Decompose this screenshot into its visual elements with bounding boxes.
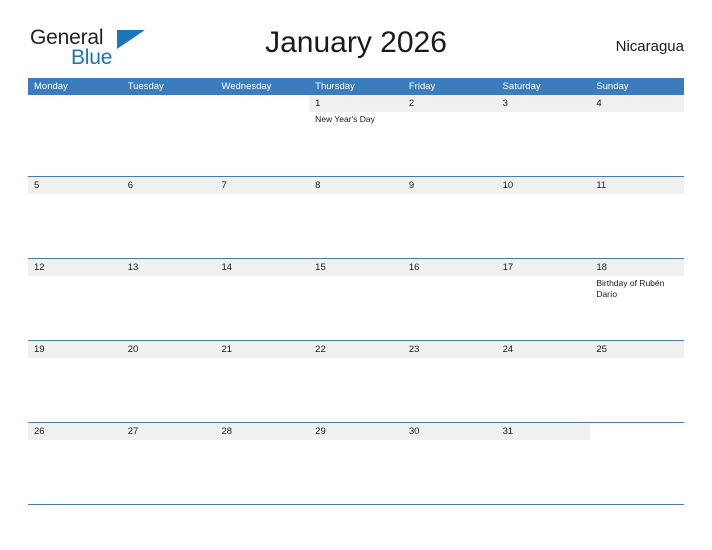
weekday-header-tuesday: Tuesday <box>127 81 164 92</box>
day-number: 30 <box>408 426 420 437</box>
calendar-day-cell-empty <box>122 95 216 176</box>
day-number: 25 <box>596 344 607 355</box>
calendar-day-cell[interactable]: 11 <box>590 177 685 258</box>
weekday-header-wednesday: Wednesday <box>221 81 272 92</box>
calendar-day-cell[interactable]: 4 <box>590 95 685 176</box>
calendar-day-cell[interactable]: 17 <box>496 259 591 340</box>
calendar-day-cell[interactable]: 3 <box>496 95 591 176</box>
calendar-day-cell[interactable]: 12 <box>28 259 122 340</box>
calendar-day-cell[interactable]: 1 New Year's Day <box>309 95 403 176</box>
calendar-day-cell[interactable]: 13 <box>121 259 216 340</box>
day-number: 7 <box>221 180 227 191</box>
weekday-header-row: Monday Tuesday Wednesday Thursday Friday Satu… <box>28 78 684 95</box>
weekday-header-thursday: Thursday <box>315 81 355 92</box>
calendar-day-cell[interactable]: 27 <box>121 423 216 504</box>
calendar-day-cell[interactable]: 30 <box>402 423 497 504</box>
calendar-day-cell[interactable]: 8 <box>309 177 403 258</box>
calendar-week-row: 19 20 21 22 23 24 25 <box>28 340 685 422</box>
day-number: 3 <box>502 98 508 109</box>
day-number: 21 <box>221 344 233 355</box>
day-event-label: Birthday of Rubén Darío <box>596 278 665 299</box>
calendar-day-cell[interactable]: 31 <box>496 423 591 504</box>
calendar-bottom-rule <box>28 504 684 505</box>
calendar-day-cell[interactable]: 24 <box>496 341 591 422</box>
day-number: 10 <box>502 180 514 191</box>
calendar-week-row: 26 27 28 29 30 31 <box>28 422 684 504</box>
day-number: 24 <box>502 344 514 355</box>
calendar-week-days: 5 6 7 8 9 10 11 <box>28 177 685 258</box>
calendar-day-cell[interactable]: 19 <box>28 341 122 422</box>
calendar-weeks: 1 New Year's Day 2 3 4 5 6 7 8 9 10 11 12 13 14 15 16 17 1… <box>28 95 685 504</box>
day-number: 5 <box>34 180 40 191</box>
calendar-day-cell[interactable]: 10 <box>496 177 591 258</box>
day-number: 11 <box>596 180 607 191</box>
day-number <box>34 95 118 112</box>
day-number: 6 <box>127 180 134 191</box>
calendar-day-cell[interactable]: 5 <box>28 177 122 258</box>
calendar-page: General Blue January 2026 Nicaragua Mond… <box>0 0 712 550</box>
calendar-day-cell[interactable]: 16 <box>402 259 497 340</box>
calendar-day-cell-empty <box>28 95 122 176</box>
day-number: 23 <box>408 344 420 355</box>
calendar-week-row: 5 6 7 8 9 10 11 <box>28 176 685 258</box>
calendar-day-cell[interactable]: 29 <box>309 423 403 504</box>
weekday-header-saturday: Saturday <box>502 81 541 92</box>
day-event-label: New Year's Day <box>315 114 375 124</box>
day-number: 22 <box>315 344 326 355</box>
day-number: 17 <box>502 262 514 273</box>
calendar-day-cell[interactable]: 15 <box>309 259 403 340</box>
calendar-day-cell[interactable]: 18 Birthday of Rubén Darío <box>590 259 685 340</box>
day-number: 29 <box>315 426 326 437</box>
day-number: 14 <box>221 262 233 273</box>
day-number <box>128 95 212 112</box>
region-label: Nicaragua <box>615 38 684 55</box>
day-number: 27 <box>127 426 139 437</box>
day-number: 1 <box>315 98 321 109</box>
calendar-day-cell[interactable]: 28 <box>215 423 310 504</box>
calendar-week-row: 12 13 14 15 16 17 18 Birthday of Rubén Darío <box>28 258 685 340</box>
calendar-day-cell[interactable]: 22 <box>309 341 403 422</box>
calendar-week-days: 19 20 21 22 23 24 25 <box>28 341 685 422</box>
calendar-day-cell[interactable]: 7 <box>215 177 310 258</box>
day-number: 16 <box>408 262 420 273</box>
page-title: January 2026 <box>265 26 447 59</box>
calendar-day-cell[interactable]: 25 <box>590 341 685 422</box>
day-number: 13 <box>127 262 139 273</box>
weekday-header-friday: Friday <box>408 81 436 92</box>
calendar-day-cell[interactable]: 2 <box>402 95 497 176</box>
calendar-day-cell-empty <box>590 423 684 504</box>
page-header: General Blue January 2026 Nicaragua <box>28 26 684 72</box>
calendar-day-cell[interactable]: 26 <box>28 423 122 504</box>
calendar-week-days: 1 New Year's Day 2 3 4 <box>28 95 685 176</box>
day-number: 19 <box>34 344 45 355</box>
calendar-day-cell[interactable]: 23 <box>402 341 497 422</box>
day-number: 2 <box>408 98 415 109</box>
day-number: 20 <box>127 344 139 355</box>
day-number: 9 <box>408 180 415 191</box>
calendar-day-cell[interactable]: 14 <box>215 259 310 340</box>
calendar-day-cell-empty <box>215 95 309 176</box>
calendar-grid: Monday Tuesday Wednesday Thursday Friday Satu… <box>28 78 685 505</box>
day-number: 31 <box>502 426 514 437</box>
day-number: 28 <box>221 426 233 437</box>
day-number <box>596 423 680 440</box>
calendar-day-cell[interactable]: 6 <box>121 177 216 258</box>
day-number: 12 <box>34 262 45 273</box>
day-number <box>221 95 305 112</box>
calendar-day-cell[interactable]: 20 <box>121 341 216 422</box>
calendar-week-days: 12 13 14 15 16 17 18 Birthday of Rubén Darío <box>28 259 685 340</box>
calendar-day-cell[interactable]: 21 <box>215 341 310 422</box>
calendar-day-cell[interactable]: 9 <box>402 177 497 258</box>
day-number: 26 <box>34 426 45 437</box>
day-number: 4 <box>596 98 602 109</box>
calendar-week-days: 26 27 28 29 30 31 <box>28 423 684 504</box>
day-number: 18 <box>596 262 607 273</box>
weekday-header-sunday: Sunday <box>596 81 629 92</box>
day-number: 8 <box>315 180 321 191</box>
weekday-header-monday: Monday <box>34 81 68 92</box>
calendar-week-row: 1 New Year's Day 2 3 4 <box>28 95 685 176</box>
day-number: 15 <box>315 262 326 273</box>
